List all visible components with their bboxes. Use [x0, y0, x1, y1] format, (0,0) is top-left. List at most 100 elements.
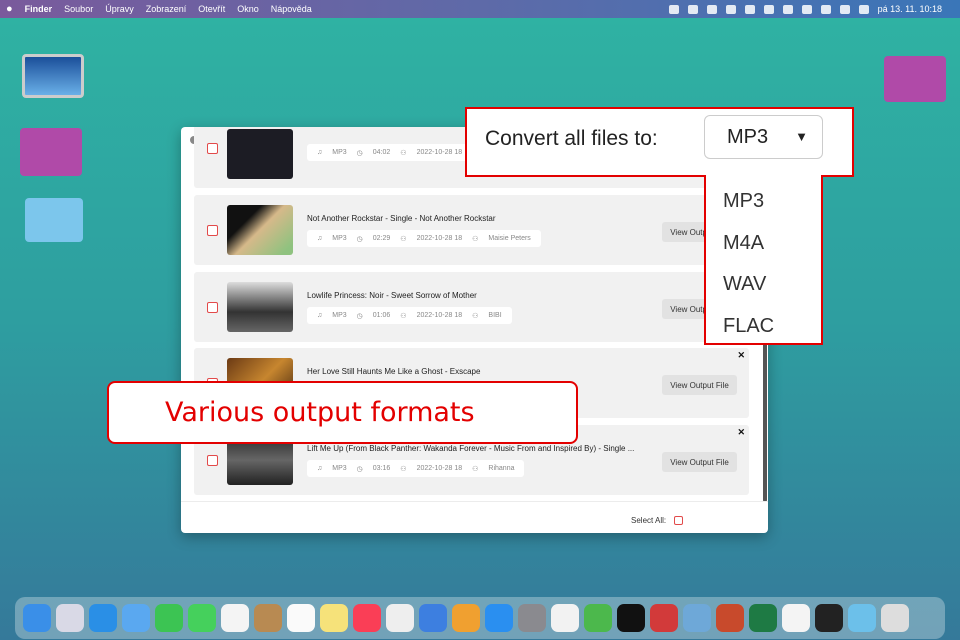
row-checkbox[interactable] [207, 302, 218, 313]
menu-soubor[interactable]: Soubor [64, 4, 93, 14]
folder-icon[interactable] [25, 198, 83, 242]
folder-icon[interactable] [20, 128, 82, 176]
format-select[interactable]: MP3 ▼ [704, 115, 823, 159]
select-all-checkbox[interactable] [674, 516, 683, 525]
battery-icon[interactable] [820, 4, 831, 14]
pages-icon[interactable] [452, 604, 480, 632]
apple-menu-icon[interactable]: ● [6, 3, 13, 15]
convert-all-panel: Convert all files to: MP3 ▼ [465, 107, 854, 177]
clock-icon: ◷ [356, 149, 363, 157]
converter-app-icon[interactable] [650, 604, 678, 632]
converter-window: ♫ MP3 ◷ 04:02 ⚇ 2022-10-28 18 Not Another Roc… [181, 127, 768, 533]
track-meta: ♫ MP3 ◷ 03:16 ⚇ 2022-10-28 18 ⚇ Rihanna [307, 460, 525, 477]
table-row: Not Another Rockstar - Single - Not Anot… [194, 195, 749, 265]
person-icon: ⚇ [472, 312, 479, 320]
menu-zobrazeni[interactable]: Zobrazení [146, 4, 187, 14]
status-icon[interactable] [782, 4, 793, 14]
view-output-file-button[interactable]: View Output File [662, 375, 737, 395]
contacts-icon[interactable] [254, 604, 282, 632]
clock[interactable]: pá 13. 11. 10:18 [878, 4, 942, 14]
menu-okno[interactable]: Okno [237, 4, 259, 14]
duration: 04:02 [372, 149, 391, 156]
folder-icon[interactable] [884, 56, 946, 102]
terminal-icon[interactable] [815, 604, 843, 632]
clock-icon: ◷ [356, 235, 363, 243]
status-icon[interactable] [763, 4, 774, 14]
album-art [227, 282, 293, 332]
music-note-icon: ♫ [317, 312, 323, 319]
menu-bar: ● Finder Soubor Úpravy Zobrazení Otevřít… [0, 0, 960, 18]
imac-icon[interactable] [22, 54, 84, 98]
excel-icon[interactable] [749, 604, 777, 632]
status-icon[interactable] [687, 4, 698, 14]
remove-icon[interactable]: ✕ [737, 350, 745, 361]
status-icon[interactable] [706, 4, 717, 14]
signature-app-icon[interactable] [782, 604, 810, 632]
status-icon[interactable] [725, 4, 736, 14]
menu-otevrit[interactable]: Otevřít [198, 4, 225, 14]
date: 2022-10-28 18 [416, 235, 463, 242]
format: MP3 [332, 465, 347, 472]
format-dropdown: MP3 M4A WAV FLAC [704, 175, 823, 345]
spotify-icon[interactable] [617, 604, 645, 632]
trash-icon[interactable] [881, 604, 909, 632]
dropbox-icon[interactable] [668, 4, 679, 14]
launchpad-icon[interactable] [56, 604, 84, 632]
format: MP3 [332, 149, 347, 156]
preview-icon[interactable] [683, 604, 711, 632]
format-option-m4a[interactable]: M4A [706, 223, 821, 265]
row-checkbox[interactable] [207, 225, 218, 236]
music-note-icon: ♫ [317, 149, 323, 156]
track-meta: ♫ MP3 ◷ 04:02 ⚇ 2022-10-28 18 [307, 144, 473, 161]
powerpoint-icon[interactable] [716, 604, 744, 632]
facetime-icon[interactable] [155, 604, 183, 632]
scrollbar[interactable] [763, 337, 767, 502]
format-option-mp3[interactable]: MP3 [706, 181, 821, 223]
view-output-file-button[interactable]: View Output File [662, 452, 737, 472]
album-art [227, 205, 293, 255]
callout-banner: Various output formats [107, 381, 578, 444]
music-icon[interactable] [353, 604, 381, 632]
finder-icon[interactable] [23, 604, 51, 632]
downloads-folder-icon[interactable] [848, 604, 876, 632]
format-option-wav[interactable]: WAV [706, 264, 821, 306]
format-option-flac[interactable]: FLAC [706, 306, 821, 348]
keynote-icon[interactable] [419, 604, 447, 632]
person-icon: ⚇ [400, 312, 407, 320]
duration: 03:16 [372, 465, 391, 472]
bluetooth-icon[interactable] [801, 4, 812, 14]
row-checkbox[interactable] [207, 455, 218, 466]
system-preferences-icon[interactable] [518, 604, 546, 632]
reminders-icon[interactable] [287, 604, 315, 632]
safari-icon[interactable] [89, 604, 117, 632]
app-store-icon[interactable] [485, 604, 513, 632]
notes-icon[interactable] [320, 604, 348, 632]
menu-napoveda[interactable]: Nápověda [271, 4, 312, 14]
chrome-icon[interactable] [551, 604, 579, 632]
person-icon: ⚇ [472, 465, 479, 473]
format: MP3 [332, 235, 347, 242]
remove-icon[interactable]: ✕ [737, 427, 745, 438]
chevron-down-icon: ▼ [795, 129, 808, 144]
table-row: Lowlife Princess: Noir - Sweet Sorrow of… [194, 272, 749, 342]
music-note-icon: ♫ [317, 465, 323, 472]
row-checkbox[interactable] [207, 143, 218, 154]
wifi-icon[interactable] [839, 4, 850, 14]
person-icon: ⚇ [400, 465, 407, 473]
menu-upravy[interactable]: Úpravy [105, 4, 134, 14]
footer: Select All: [181, 501, 768, 533]
date: 2022-10-28 18 [416, 312, 463, 319]
status-icon[interactable] [744, 4, 755, 14]
control-center-icon[interactable] [858, 4, 869, 14]
date: 2022-10-28 18 [416, 149, 463, 156]
duration: 02:29 [372, 235, 391, 242]
menu-finder[interactable]: Finder [25, 4, 53, 14]
clock-icon: ◷ [356, 312, 363, 320]
feedly-icon[interactable] [584, 604, 612, 632]
numbers-icon[interactable] [386, 604, 414, 632]
photos-icon[interactable] [221, 604, 249, 632]
track-title: Lift Me Up (From Black Panther: Wakanda … [307, 444, 635, 453]
music-note-icon: ♫ [317, 235, 323, 242]
messages-icon[interactable] [188, 604, 216, 632]
mail-icon[interactable] [122, 604, 150, 632]
